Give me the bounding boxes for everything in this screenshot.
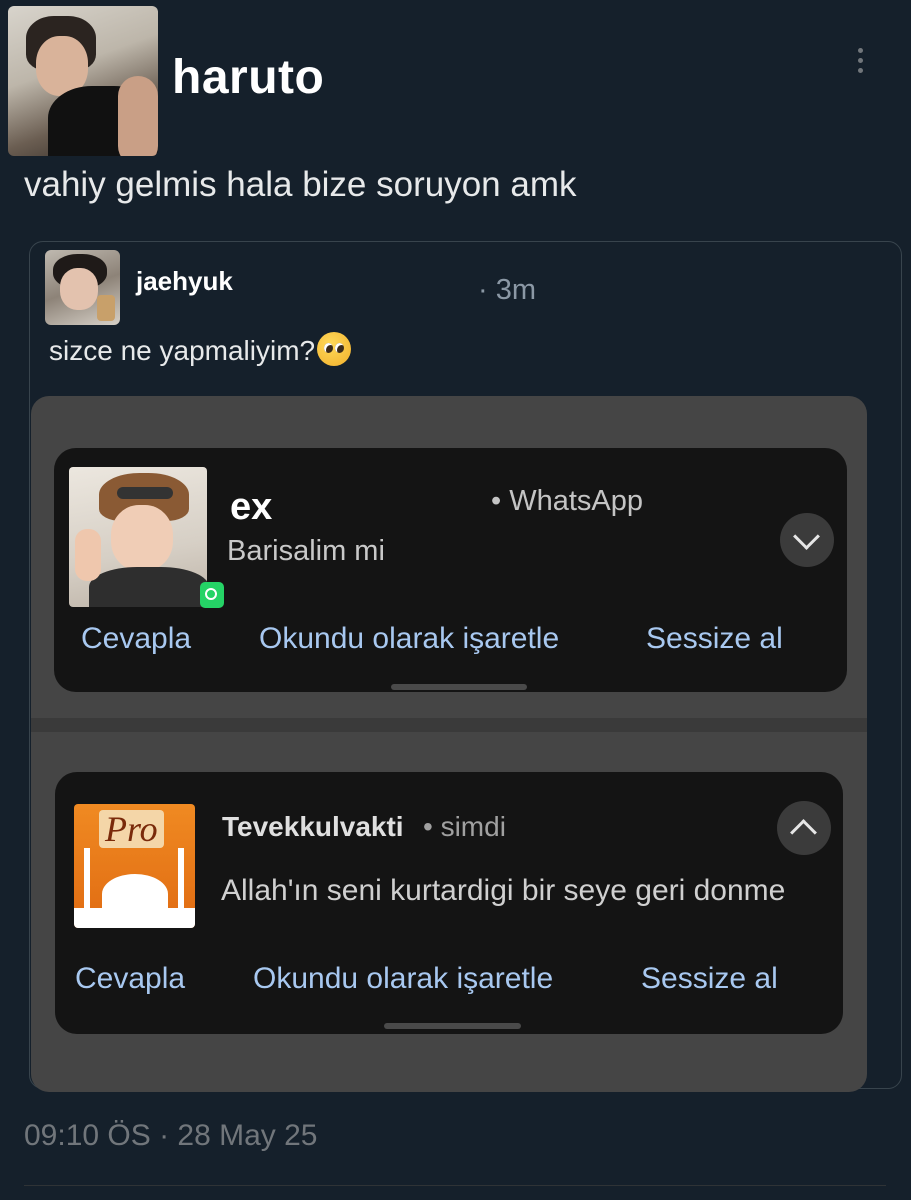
expand-button[interactable] xyxy=(780,513,834,567)
drag-handle[interactable] xyxy=(391,684,527,690)
collapse-button[interactable] xyxy=(777,801,831,855)
notification-message: Allah'ın seni kurtardigi bir seye geri d… xyxy=(221,874,786,907)
quoted-timestamp: · 3m xyxy=(478,274,536,306)
tweet-timestamp[interactable]: 09:10 ÖS · 28 May 25 xyxy=(24,1119,318,1153)
mark-as-read-button[interactable]: Okundu olarak işaretle xyxy=(259,622,559,656)
author-name[interactable]: haruto xyxy=(172,50,324,105)
mark-as-read-button[interactable]: Okundu olarak işaretle xyxy=(253,962,553,996)
notification-title: Tevekkulvakti xyxy=(222,811,404,842)
notification-title: ex xyxy=(230,486,273,528)
quoted-text: sizce ne yapmaliyim? xyxy=(49,335,316,366)
notification-message: Barisalim mi xyxy=(227,535,385,567)
notification-time: • simdi xyxy=(423,811,506,842)
screenshot-divider xyxy=(31,718,867,732)
app-icon-label: Pro xyxy=(99,810,164,848)
whatsapp-icon xyxy=(200,582,224,608)
quoted-author-name[interactable]: jaehyuk xyxy=(136,266,233,297)
mute-button[interactable]: Sessize al xyxy=(646,622,783,656)
pleading-face-emoji-icon xyxy=(317,332,352,366)
author-avatar[interactable] xyxy=(8,6,158,156)
contact-avatar xyxy=(69,467,207,607)
more-options-icon[interactable] xyxy=(852,48,868,84)
notification-app-name: • WhatsApp xyxy=(491,485,643,517)
divider xyxy=(24,1185,886,1186)
reply-button[interactable]: Cevapla xyxy=(75,962,185,996)
chevron-up-icon xyxy=(790,819,817,846)
mute-button[interactable]: Sessize al xyxy=(641,962,778,996)
drag-handle[interactable] xyxy=(384,1023,521,1029)
tweet-text: vahiy gelmis hala bize soruyon amk xyxy=(24,165,577,204)
reply-button[interactable]: Cevapla xyxy=(81,622,191,656)
quoted-tweet-text: sizce ne yapmaliyim? xyxy=(49,332,352,367)
chevron-down-icon xyxy=(793,523,820,550)
mosque-app-icon: Pro xyxy=(74,804,195,928)
quoted-author-avatar[interactable] xyxy=(45,250,120,325)
